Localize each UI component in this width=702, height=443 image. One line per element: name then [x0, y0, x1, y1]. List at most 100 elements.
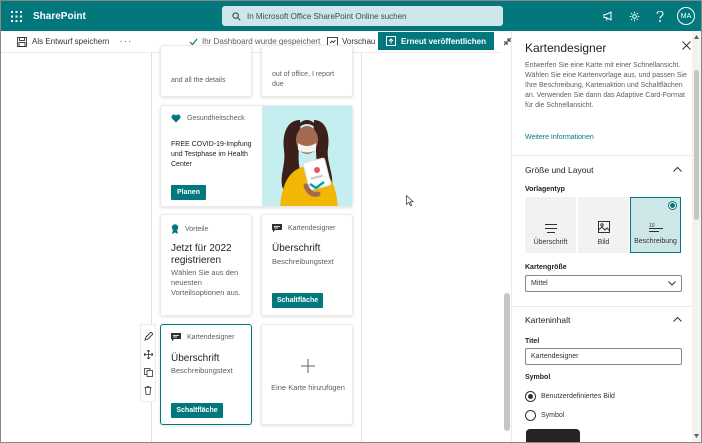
edit-icon[interactable]	[143, 331, 153, 341]
search-placeholder: In Microsoft Office SharePoint Online su…	[247, 11, 407, 21]
search-icon	[232, 11, 241, 21]
image-icon	[597, 221, 610, 233]
symbol-option-label: Symbol	[541, 412, 565, 419]
more-info-link[interactable]: Weitere Informationen	[525, 134, 594, 141]
comment-icon	[272, 224, 282, 233]
save-draft-label: Als Entwurf speichern	[32, 37, 110, 46]
panel-scrollbar-thumb[interactable]	[694, 70, 699, 220]
card-designer-card-selected[interactable]: Kartendesigner Überschrift Beschreibungs…	[160, 324, 252, 425]
card-description: Beschreibungstext	[171, 366, 233, 375]
heart-icon	[171, 114, 181, 123]
duplicate-icon[interactable]	[143, 367, 153, 377]
card-size-dropdown[interactable]: Mittel	[525, 275, 682, 292]
template-option-label: Überschrift	[533, 239, 568, 246]
card-title: Überschrift	[272, 243, 321, 254]
partial-card-right-text-2: due	[272, 81, 284, 88]
symbol-label: Symbol	[525, 374, 551, 381]
dashboard-canvas: and all the details out of office, I rep…	[1, 45, 501, 442]
more-options-button[interactable]: ···	[119, 36, 132, 47]
canvas-scrollbar-thumb[interactable]	[504, 293, 510, 431]
partial-card-right[interactable]: out of office, I report due	[261, 45, 353, 97]
card-size-value: Mittel	[531, 280, 548, 287]
help-icon[interactable]	[647, 10, 673, 22]
suite-bar: SharePoint In Microsoft Office SharePoin…	[1, 1, 701, 31]
size-layout-section-title[interactable]: Größe und Layout	[525, 165, 594, 175]
partial-card-left[interactable]: and all the details	[160, 45, 252, 97]
heading-icon	[544, 224, 557, 233]
selected-radio-icon	[668, 201, 677, 210]
card-description: Wählen Sie aus den neuesten Vorteilsopti…	[171, 268, 241, 297]
top-icons: MA	[595, 1, 701, 31]
section-border-right	[361, 53, 362, 442]
template-option-image[interactable]: Bild	[578, 197, 629, 253]
card-header-label: Kartendesigner	[288, 225, 336, 232]
canvas-scrollbar[interactable]	[503, 53, 511, 442]
title-input[interactable]: Kartendesigner	[525, 348, 682, 365]
benefits-card[interactable]: Vorteile Jetzt für 2022 registrieren Wäh…	[160, 214, 252, 316]
card-header-label: Vorteile	[185, 225, 209, 233]
card-designer-panel: Kartendesigner Entwerfen Sie eine Karte …	[511, 31, 701, 442]
scroll-down-icon[interactable]	[694, 434, 699, 438]
card-title: Jetzt für 2022 registrieren	[171, 243, 232, 266]
app-launcher-icon[interactable]	[1, 1, 31, 31]
content-section-title[interactable]: Karteninhalt	[525, 315, 570, 325]
card-action-button[interactable]: Schaltfläche	[171, 403, 223, 418]
description-icon: 10	[648, 223, 663, 232]
card-header-label: Gesundheitscheck	[187, 115, 245, 122]
card-header: Vorteile	[171, 224, 208, 234]
move-icon[interactable]	[143, 349, 153, 359]
republish-button[interactable]: Erneut veröffentlichen	[378, 32, 494, 50]
symbol-option-label: Benutzerdefiniertes Bild	[541, 393, 615, 400]
card-header: Gesundheitscheck	[171, 114, 245, 123]
save-icon	[17, 36, 27, 47]
radio-unselected-icon	[525, 410, 536, 421]
search-box[interactable]: In Microsoft Office SharePoint Online su…	[222, 6, 503, 26]
card-size-label: Kartengröße	[525, 264, 567, 271]
scroll-up-icon[interactable]	[694, 35, 699, 39]
section-divider	[512, 306, 692, 307]
partial-card-left-text: and all the details	[171, 77, 226, 84]
comment-icon	[171, 333, 181, 342]
symbol-image-preview[interactable]	[526, 429, 580, 442]
title-input-value: Kartendesigner	[531, 353, 579, 360]
gear-icon[interactable]	[621, 11, 647, 22]
card-header: Kartendesigner	[171, 333, 234, 342]
plus-icon	[301, 359, 315, 373]
panel-title: Kartendesigner	[525, 41, 607, 55]
card-header: Kartendesigner	[272, 224, 335, 233]
card-designer-card[interactable]: Kartendesigner Überschrift Beschreibungs…	[261, 214, 353, 316]
publish-icon	[386, 36, 397, 46]
card-edit-toolbar	[140, 324, 156, 402]
card-description: Beschreibungstext	[272, 257, 334, 266]
template-type-label: Vorlagentyp	[525, 186, 565, 193]
add-card-placeholder[interactable]: Eine Karte hinzufügen	[261, 324, 353, 425]
symbol-option-icon[interactable]: Symbol	[525, 410, 564, 421]
republish-label: Erneut veröffentlichen	[401, 36, 486, 46]
partial-card-right-text-1: out of office, I report	[272, 71, 335, 78]
chevron-up-icon[interactable]	[673, 166, 682, 172]
card-header-label: Kartendesigner	[187, 334, 235, 341]
template-option-heading[interactable]: Überschrift	[525, 197, 576, 253]
delete-icon[interactable]	[144, 385, 152, 395]
save-draft-button[interactable]: Als Entwurf speichern	[17, 36, 110, 47]
mouse-cursor-icon	[406, 195, 414, 206]
radio-selected-icon	[525, 391, 536, 402]
template-option-label: Bild	[597, 239, 610, 246]
award-icon	[171, 224, 179, 234]
section-divider	[512, 155, 692, 156]
app-brand[interactable]: SharePoint	[33, 11, 86, 22]
card-action-button[interactable]: Schaltfläche	[272, 293, 323, 308]
health-illustration	[262, 106, 352, 206]
symbol-option-custom-image[interactable]: Benutzerdefiniertes Bild	[525, 391, 615, 402]
schedule-button[interactable]: Planen	[171, 185, 206, 200]
panel-intro: Entwerfen Sie eine Karte mit einer Schne…	[525, 62, 687, 109]
template-option-description[interactable]: 10 Beschreibung	[630, 197, 681, 253]
card-description: FREE COVID-19-Impfung und Testphase im H…	[171, 141, 252, 168]
chevron-up-icon[interactable]	[673, 316, 682, 322]
template-option-label: Beschreibung	[634, 238, 677, 245]
panel-scrollbar[interactable]	[692, 31, 701, 442]
close-icon[interactable]	[682, 41, 691, 50]
health-check-card[interactable]: Gesundheitscheck FREE COVID-19-Impfung u…	[160, 105, 353, 207]
megaphone-icon[interactable]	[595, 11, 621, 21]
avatar[interactable]: MA	[677, 7, 695, 25]
